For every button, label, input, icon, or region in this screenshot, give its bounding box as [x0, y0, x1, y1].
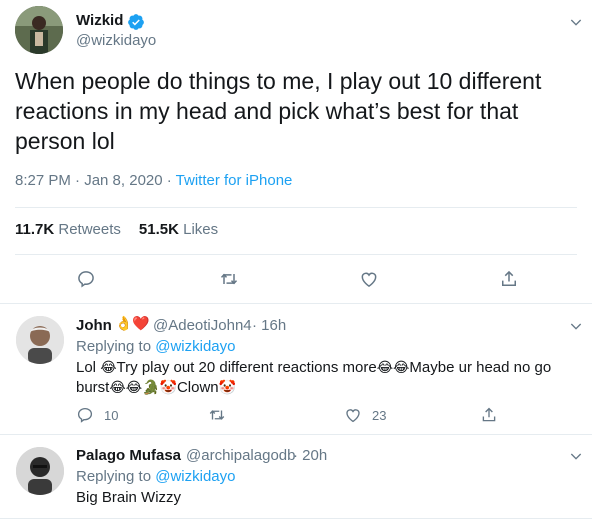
- retweet-icon: [209, 410, 225, 420]
- tweet-source-link[interactable]: Twitter for iPhone: [176, 172, 293, 189]
- mention-link[interactable]: @wizkidayo: [155, 338, 235, 355]
- author-handle[interactable]: @wizkidayo: [76, 32, 156, 49]
- retweet-icon: [220, 273, 238, 285]
- reply-avatar[interactable]: [16, 447, 64, 495]
- share-icon: [482, 407, 496, 422]
- reply-author-name[interactable]: Palago Mufasa: [76, 447, 181, 464]
- chevron-down-icon[interactable]: [568, 318, 584, 334]
- divider: [15, 254, 577, 255]
- reply-button[interactable]: [75, 268, 97, 290]
- like-count: 23: [372, 407, 387, 423]
- reply-avatar[interactable]: [16, 316, 64, 364]
- reply-tweet[interactable]: Palago Mufasa @archipalagodb · 20h Reply…: [0, 435, 592, 519]
- retweet-button[interactable]: [218, 268, 240, 290]
- chevron-down-icon[interactable]: [568, 448, 584, 464]
- like-button[interactable]: 23: [344, 406, 386, 424]
- retweets-label: Retweets: [58, 221, 121, 238]
- verified-badge-icon: [128, 14, 144, 30]
- retweets-stat[interactable]: 11.7K Retweets: [15, 221, 121, 238]
- retweets-count: 11.7K: [15, 221, 55, 238]
- divider: [15, 207, 577, 208]
- share-button[interactable]: [498, 268, 520, 290]
- like-button[interactable]: [358, 268, 380, 290]
- author-avatar[interactable]: [15, 6, 63, 54]
- reply-time[interactable]: · 16h: [252, 317, 286, 334]
- reply-author-handle[interactable]: @AdeotiJohn4: [153, 317, 252, 334]
- replying-prefix: Replying to: [76, 338, 156, 355]
- tweet-stats: 11.7K Retweets 51.5K Likes: [15, 221, 218, 238]
- chevron-down-icon[interactable]: [568, 14, 584, 30]
- replying-prefix: Replying to: [76, 468, 156, 485]
- likes-count: 51.5K: [138, 221, 179, 238]
- name-emojis: 👌❤️: [115, 315, 150, 331]
- like-icon: [346, 409, 360, 423]
- replying-to: Replying to @wizkidayo: [76, 338, 235, 355]
- reply-text: Lol 😂Try play out 20 different reactions…: [76, 359, 552, 396]
- author-name[interactable]: Wizkid: [76, 12, 123, 29]
- timestamp[interactable]: 8:27 PM · Jan 8, 2020 ·: [15, 172, 176, 189]
- reply-time[interactable]: · 20h: [293, 447, 327, 464]
- likes-label: Likes: [183, 221, 219, 238]
- reply-icon: [78, 271, 94, 288]
- retweet-button[interactable]: [208, 406, 236, 424]
- share-icon: [502, 270, 516, 286]
- tweet-text: When people do things to me, I play out …: [15, 68, 542, 154]
- reply-author-name[interactable]: John: [76, 317, 112, 334]
- replying-to: Replying to @wizkidayo: [76, 468, 235, 485]
- reply-count: 10: [104, 407, 119, 423]
- mention-link[interactable]: @wizkidayo: [155, 468, 235, 485]
- likes-stat[interactable]: 51.5K Likes: [139, 221, 218, 238]
- main-tweet: Wizkid @wizkidayo When people do things …: [0, 0, 592, 304]
- reply-button[interactable]: 10: [76, 406, 118, 424]
- like-icon: [361, 272, 377, 287]
- share-button[interactable]: [480, 406, 508, 424]
- reply-text: Big Brain Wizzy: [76, 489, 182, 506]
- tweet-meta: 8:27 PM · Jan 8, 2020 · Twitter for iPho…: [15, 172, 292, 189]
- reply-tweet[interactable]: John 👌❤️ @AdeotiJohn4 · 16h Replying to …: [0, 304, 592, 435]
- reply-icon: [77, 407, 93, 423]
- reply-author-handle[interactable]: @archipalagodb: [186, 447, 295, 464]
